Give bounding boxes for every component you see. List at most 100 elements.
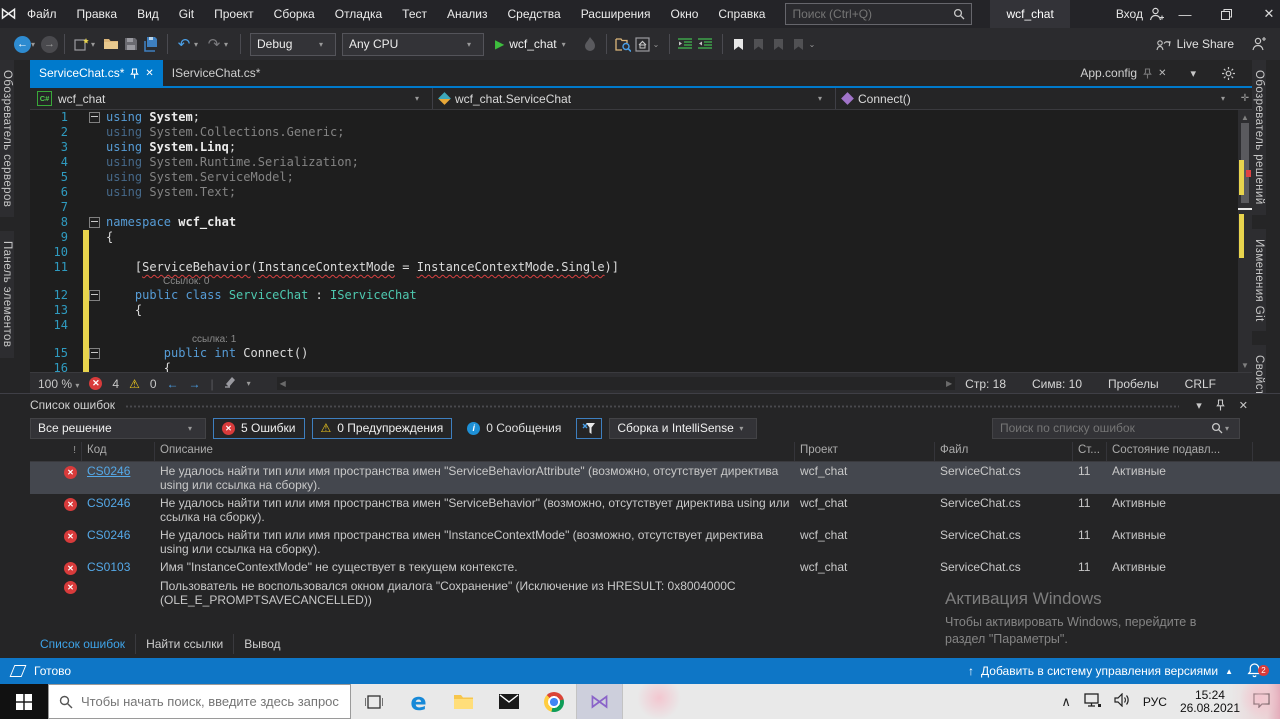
column-header-1[interactable]: Код — [82, 442, 155, 461]
action-center-icon[interactable] — [1253, 692, 1270, 711]
error-code-cell[interactable]: CS0246 — [82, 526, 155, 558]
menu-item-1[interactable]: Файл — [17, 7, 67, 21]
start-button[interactable] — [0, 684, 48, 719]
tool-window-tab[interactable]: Найти ссылки — [136, 634, 235, 654]
minimize-button[interactable]: — — [1164, 0, 1206, 28]
column-header-2[interactable]: Описание — [155, 442, 795, 461]
document-tab[interactable]: ServiceChat.cs* ✕ — [30, 60, 163, 86]
close-tab-icon[interactable]: ✕ — [1158, 68, 1166, 79]
navigate-back-dropdown-icon[interactable]: ▾ — [31, 40, 41, 49]
document-tab[interactable]: IServiceChat.cs* — [163, 60, 270, 86]
previous-bookmark-icon[interactable] — [749, 33, 769, 55]
error-row[interactable]: ✕ CS0246 Не удалось найти тип или имя прос… — [30, 462, 1280, 494]
add-to-source-control-button[interactable]: ↑ Добавить в систему управления версиями… — [968, 664, 1233, 678]
next-bookmark-icon[interactable] — [769, 33, 789, 55]
hot-reload-icon[interactable] — [580, 33, 600, 55]
toolbar-overflow-icon[interactable]: ⌄ — [809, 40, 819, 49]
search-options-icon[interactable]: ▾ — [1225, 424, 1235, 433]
editor-error-count[interactable]: 4 — [112, 377, 119, 391]
task-view-button[interactable] — [351, 684, 396, 719]
tab-list-dropdown-icon[interactable]: ▾ — [1182, 60, 1204, 86]
save-all-icon[interactable] — [141, 33, 161, 55]
type-dropdown[interactable]: wcf_chat.ServiceChat ▾ — [433, 88, 836, 109]
redo-icon[interactable]: ↷ — [204, 33, 224, 55]
network-icon[interactable] — [1084, 693, 1101, 710]
column-header-4[interactable]: Файл — [935, 442, 1073, 461]
fold-marker[interactable] — [82, 110, 106, 125]
indent-icon[interactable] — [696, 33, 716, 55]
tool-strip-tab[interactable]: Панель элементов — [0, 231, 14, 358]
column-header-5[interactable]: Ст... — [1073, 442, 1107, 461]
project-dropdown[interactable]: C# wcf_chat ▾ — [30, 88, 433, 109]
document-tab[interactable]: App.config ✕ — [1071, 60, 1175, 86]
gear-icon[interactable] — [1218, 60, 1245, 86]
tool-window-tab[interactable]: Список ошибок — [30, 634, 137, 654]
hidden-icons-chevron[interactable]: ∧ — [1061, 694, 1071, 710]
menu-item-8[interactable]: Тест — [392, 7, 437, 21]
clear-bookmarks-icon[interactable] — [789, 33, 809, 55]
quick-search-input[interactable] — [786, 7, 954, 21]
pin-icon[interactable] — [1216, 399, 1225, 411]
error-row[interactable]: ✕ CS0246 Не удалось найти тип или имя прос… — [30, 526, 1280, 558]
file-explorer-taskbar-button[interactable] — [441, 684, 486, 719]
find-in-files-icon[interactable] — [613, 33, 633, 55]
next-issue-icon[interactable]: → — [189, 377, 201, 391]
code-editor[interactable]: 1 using System; 2 using System.Collections.… — [30, 110, 1252, 372]
taskbar-search-box[interactable] — [48, 684, 351, 719]
redo-dropdown-icon[interactable]: ▾ — [224, 40, 234, 49]
error-search-box[interactable]: ▾ — [992, 417, 1240, 439]
column-header-3[interactable]: Проект — [795, 442, 935, 461]
horizontal-scrollbar[interactable]: ◀ ▶ — [276, 377, 956, 390]
start-debugging-button[interactable]: ▶ wcf_chat ▾ — [495, 37, 572, 51]
error-code-cell[interactable]: CS0246 — [82, 494, 155, 526]
solution-platform-dropdown[interactable]: Any CPU ▾ — [342, 32, 484, 56]
close-panel-icon[interactable]: ✕ — [1239, 399, 1248, 412]
explorer-dropdown-icon[interactable]: ⌄ — [653, 40, 663, 49]
editor-warning-count[interactable]: 0 — [150, 377, 157, 391]
collapse-icon[interactable] — [88, 112, 100, 123]
new-project-icon[interactable] — [71, 33, 91, 55]
error-list-header[interactable]: Список ошибок ▾ ✕ — [30, 394, 1280, 414]
warnings-filter-button[interactable]: ⚠ 0 Предупреждения — [311, 417, 453, 439]
error-code-cell[interactable]: CS0246 — [82, 462, 155, 494]
codelens-indicator[interactable]: ссылка: 1 — [30, 333, 1252, 346]
taskbar-search-input[interactable] — [77, 694, 350, 709]
pin-icon[interactable] — [130, 67, 140, 79]
solution-explorer-icon[interactable] — [633, 33, 653, 55]
edge-taskbar-button[interactable]: e — [396, 684, 441, 719]
indentation-indicator[interactable]: Пробелы — [1108, 377, 1159, 391]
zoom-level-dropdown[interactable]: 100 % ▾ — [38, 377, 79, 391]
editor-warnings-icon[interactable]: ⚠ — [129, 377, 140, 391]
error-row[interactable]: ✕ CS0103 Имя "InstanceContextMode" не суще… — [30, 558, 1280, 577]
volume-icon[interactable] — [1114, 692, 1130, 710]
sign-in-button[interactable]: Вход — [1116, 7, 1164, 21]
vertical-scrollbar[interactable]: ▲ ▼ — [1238, 110, 1252, 372]
menu-item-5[interactable]: Проект — [204, 7, 264, 21]
menu-item-12[interactable]: Окно — [660, 7, 708, 21]
visual-studio-logo-icon[interactable]: ⋈ — [0, 4, 17, 24]
menu-item-7[interactable]: Отладка — [325, 7, 392, 21]
scope-dropdown[interactable]: Все решение ▾ — [30, 417, 206, 439]
visual-studio-taskbar-button[interactable]: ⋈ — [576, 684, 623, 719]
menu-item-13[interactable]: Справка — [708, 7, 775, 21]
close-button[interactable]: ✕ — [1248, 0, 1280, 28]
menu-item-9[interactable]: Анализ — [437, 7, 498, 21]
scroll-left-icon[interactable]: ◀ — [280, 379, 286, 388]
prev-issue-icon[interactable]: ← — [167, 377, 179, 391]
column-header-6[interactable]: Состояние подавл... — [1107, 442, 1253, 461]
caret-column-indicator[interactable]: Симв: 10 — [1032, 377, 1082, 391]
messages-filter-button[interactable]: i 0 Сообщения — [459, 418, 569, 439]
restore-button[interactable] — [1206, 0, 1248, 28]
scroll-up-icon[interactable]: ▲ — [1238, 110, 1252, 124]
codelens-indicator[interactable]: Ссылок: 0 — [30, 275, 1252, 288]
scroll-down-icon[interactable]: ▼ — [1238, 358, 1252, 372]
tool-window-tab[interactable]: Вывод — [234, 634, 290, 654]
caret-line-indicator[interactable]: Стр: 18 — [965, 377, 1006, 391]
undo-icon[interactable]: ↶ — [174, 33, 194, 55]
live-share-button[interactable]: Live Share — [1156, 37, 1234, 51]
errors-filter-button[interactable]: ✕ 5 Ошибки — [213, 417, 305, 439]
window-position-dropdown-icon[interactable]: ▾ — [1196, 399, 1202, 412]
error-code-cell[interactable]: CS0103 — [82, 558, 155, 577]
editor-errors-icon[interactable]: ✕ — [89, 377, 103, 390]
close-tab-icon[interactable]: ✕ — [145, 68, 153, 79]
